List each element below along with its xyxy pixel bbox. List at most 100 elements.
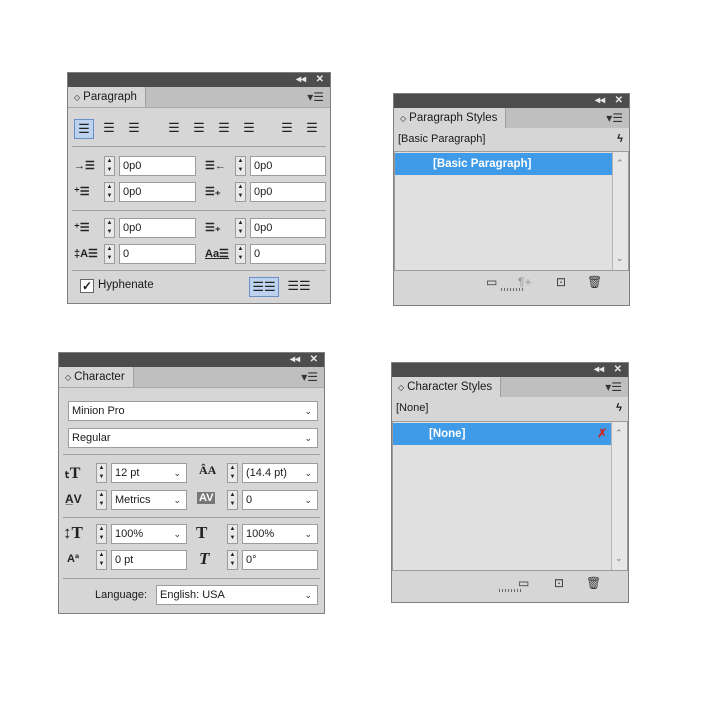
justify-center-button[interactable]: ☰ — [189, 119, 209, 139]
folder-icon[interactable]: ▭ — [486, 275, 497, 289]
tab-character[interactable]: ◇ Character — [59, 367, 134, 387]
justify-left-button[interactable]: ☰ — [164, 119, 184, 139]
drop-cap-chars-stepper[interactable]: ▲ ▼ — [235, 244, 246, 264]
right-indent-field[interactable]: 0p0 — [250, 156, 326, 176]
panel-menu-icon[interactable]: ▾☰ — [301, 370, 318, 384]
first-line-indent-stepper[interactable]: ▲ ▼ — [104, 182, 115, 202]
horizontal-scale-stepper[interactable]: ▲ ▼ — [227, 524, 238, 544]
panel-titlebar[interactable]: ◂◂ ✕ — [392, 363, 628, 377]
skew-value: 0° — [246, 554, 257, 566]
scroll-down-icon[interactable]: ⌄ — [615, 553, 623, 564]
left-indent-field[interactable]: 0p0 — [119, 156, 196, 176]
list-item[interactable]: [None] ✗ — [393, 423, 611, 445]
panel-menu-icon[interactable]: ▾☰ — [307, 90, 324, 104]
vertical-scale-dropdown[interactable]: 100% ⌄ — [111, 524, 187, 544]
first-line-indent-icon: ⁺☰ — [74, 186, 90, 198]
expand-icon[interactable]: ◇ — [400, 114, 406, 123]
resize-grip[interactable] — [499, 589, 521, 592]
justify-all-button[interactable]: ☰ — [239, 119, 259, 139]
vertical-scale-stepper[interactable]: ▲ ▼ — [96, 524, 107, 544]
drop-cap-lines-stepper[interactable]: ▲ ▼ — [104, 244, 115, 264]
baseline-shift-stepper[interactable]: ▲ ▼ — [96, 550, 107, 570]
expand-icon[interactable]: ◇ — [65, 373, 71, 382]
balance-lines-button[interactable]: ☰☰ — [249, 277, 279, 297]
font-family-dropdown[interactable]: Minion Pro ⌄ — [68, 401, 318, 421]
language-dropdown[interactable]: English: USA ⌄ — [156, 585, 318, 605]
font-style-dropdown[interactable]: Regular ⌄ — [68, 428, 318, 448]
font-size-dropdown[interactable]: 12 pt ⌄ — [111, 463, 187, 483]
close-icon[interactable]: ✕ — [310, 354, 318, 366]
close-icon[interactable]: ✕ — [615, 95, 623, 107]
scrollbar[interactable]: ⌃ ⌄ — [611, 422, 627, 570]
scroll-up-icon[interactable]: ⌃ — [615, 428, 623, 439]
panel-titlebar[interactable]: ◂◂ ✕ — [68, 73, 330, 87]
drop-cap-lines-field[interactable]: 0 — [119, 244, 196, 264]
character-styles-panel: ◂◂ ✕ ◇ Character Styles ▾☰ [None] ϟ [None… — [391, 362, 629, 603]
kerning-dropdown[interactable]: Metrics ⌄ — [111, 490, 187, 510]
tracking-stepper[interactable]: ▲ ▼ — [227, 490, 238, 510]
drop-cap-lines-icon: ‡A☰ — [74, 248, 98, 260]
align-left-button[interactable]: ☰ — [74, 119, 94, 139]
resize-grip[interactable] — [500, 288, 523, 291]
chevron-down-icon: ⌄ — [173, 495, 181, 505]
list-item[interactable]: [Basic Paragraph] — [395, 153, 612, 175]
panel-titlebar[interactable]: ◂◂ ✕ — [59, 353, 324, 367]
panel-menu-icon[interactable]: ▾☰ — [606, 111, 623, 125]
tab-paragraph[interactable]: ◇ Paragraph — [68, 87, 146, 107]
clear-overrides-icon[interactable]: ¶+ — [518, 275, 531, 289]
new-style-icon[interactable]: ⊡ — [556, 275, 566, 289]
collapse-icon[interactable]: ◂◂ — [594, 364, 604, 376]
justify-right-button[interactable]: ☰ — [214, 119, 234, 139]
right-indent-stepper[interactable]: ▲ ▼ — [235, 156, 246, 176]
align-toward-spine-button[interactable]: ☰ — [277, 119, 297, 139]
scroll-down-icon[interactable]: ⌄ — [616, 253, 624, 264]
trash-icon[interactable]: 🗑 — [586, 576, 601, 590]
drop-cap-chars-icon: Aa☰ — [205, 248, 229, 260]
baseline-shift-field[interactable]: 0 pt — [111, 550, 187, 570]
trash-icon[interactable]: 🗑 — [587, 275, 602, 289]
new-style-icon[interactable]: ⊡ — [554, 576, 564, 590]
align-away-spine-button[interactable]: ☰ — [302, 119, 322, 139]
tab-character-styles[interactable]: ◇ Character Styles — [392, 377, 502, 397]
last-line-indent-stepper[interactable]: ▲ ▼ — [235, 182, 246, 202]
vertical-scale-icon: ↕T — [63, 523, 83, 542]
tracking-dropdown[interactable]: 0 ⌄ — [242, 490, 318, 510]
space-after-stepper[interactable]: ▲ ▼ — [235, 218, 246, 238]
scroll-up-icon[interactable]: ⌃ — [616, 158, 624, 169]
expand-icon[interactable]: ◇ — [398, 383, 404, 392]
skew-field[interactable]: 0° — [242, 550, 318, 570]
collapse-icon[interactable]: ◂◂ — [290, 354, 300, 366]
left-indent-value: 0p0 — [123, 160, 142, 172]
grid-align-button[interactable]: ☰☰ — [284, 277, 314, 297]
lightning-icon[interactable]: ϟ — [617, 128, 623, 150]
scrollbar[interactable]: ⌃ ⌄ — [612, 152, 628, 270]
space-before-field[interactable]: 0p0 — [119, 218, 196, 238]
collapse-icon[interactable]: ◂◂ — [595, 95, 605, 107]
align-right-button[interactable]: ☰ — [124, 119, 144, 139]
space-before-stepper[interactable]: ▲ ▼ — [104, 218, 115, 238]
left-indent-stepper[interactable]: ▲ ▼ — [104, 156, 115, 176]
first-line-indent-field[interactable]: 0p0 — [119, 182, 196, 202]
expand-icon[interactable]: ◇ — [74, 93, 80, 102]
leading-stepper[interactable]: ▲ ▼ — [227, 463, 238, 483]
collapse-icon[interactable]: ◂◂ — [296, 74, 306, 86]
kerning-stepper[interactable]: ▲ ▼ — [96, 490, 107, 510]
hyphenate-label: Hyphenate — [98, 279, 154, 291]
folder-icon[interactable]: ▭ — [518, 576, 529, 590]
last-line-indent-field[interactable]: 0p0 — [250, 182, 326, 202]
hyphenate-checkbox[interactable]: ✓ — [80, 279, 94, 293]
space-after-field[interactable]: 0p0 — [250, 218, 326, 238]
horizontal-scale-dropdown[interactable]: 100% ⌄ — [242, 524, 318, 544]
panel-titlebar[interactable]: ◂◂ ✕ — [394, 94, 629, 108]
divider — [63, 454, 320, 455]
lightning-icon[interactable]: ϟ — [616, 397, 622, 419]
leading-dropdown[interactable]: (14.4 pt) ⌄ — [242, 463, 318, 483]
font-size-stepper[interactable]: ▲ ▼ — [96, 463, 107, 483]
align-center-button[interactable]: ☰ — [99, 119, 119, 139]
panel-menu-icon[interactable]: ▾☰ — [605, 380, 622, 394]
skew-stepper[interactable]: ▲ ▼ — [227, 550, 238, 570]
tab-paragraph-styles[interactable]: ◇ Paragraph Styles — [394, 108, 507, 128]
close-icon[interactable]: ✕ — [316, 74, 324, 86]
drop-cap-chars-field[interactable]: 0 — [250, 244, 326, 264]
close-icon[interactable]: ✕ — [614, 364, 622, 376]
